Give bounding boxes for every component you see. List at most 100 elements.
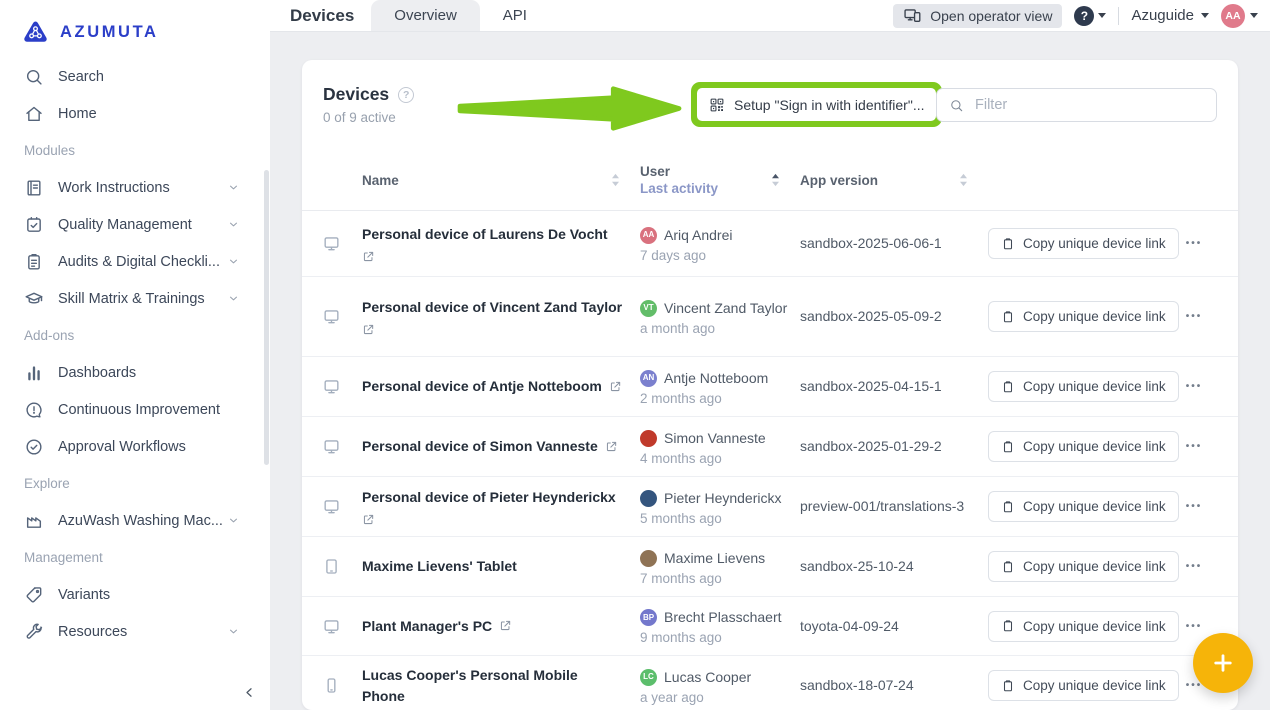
row-menu-button[interactable]: •••	[1170, 311, 1218, 322]
topbar-divider	[1118, 7, 1119, 25]
copy-device-link-button[interactable]: Copy unique device link	[988, 431, 1179, 462]
row-menu-button[interactable]: •••	[1170, 238, 1218, 249]
chevron-down-icon	[227, 514, 240, 527]
help-menu[interactable]: ?	[1074, 6, 1106, 26]
avatar: LC	[640, 669, 657, 686]
caret-down-icon	[1098, 13, 1106, 18]
sidebar-item-skill-matrix-trainings[interactable]: Skill Matrix & Trainings	[0, 280, 270, 317]
question-circle-icon[interactable]: ?	[398, 87, 414, 103]
sidebar-item-continuous-improvement[interactable]: Continuous Improvement	[0, 391, 270, 428]
plus-icon	[1210, 650, 1236, 676]
sidebar-nav: Search Home Modules Work Instructions Qu…	[0, 58, 270, 650]
external-link-icon[interactable]	[499, 619, 512, 632]
external-link-icon[interactable]	[609, 380, 622, 393]
row-menu-button[interactable]: •••	[1170, 561, 1218, 572]
factory-icon	[24, 511, 44, 531]
avatar: AA	[1221, 4, 1245, 28]
row-menu-button[interactable]: •••	[1170, 621, 1218, 632]
sidebar-item-azuwash-washing-mac[interactable]: AzuWash Washing Mac...	[0, 502, 270, 539]
monitor-icon	[322, 234, 341, 253]
sidebar-item-quality-management[interactable]: Quality Management	[0, 206, 270, 243]
sidebar-item-variants[interactable]: Variants	[0, 576, 270, 613]
table-row: Personal device of Vincent Zand Taylor V…	[302, 277, 1238, 357]
last-activity: a year ago	[640, 690, 792, 705]
copy-device-link-button[interactable]: Copy unique device link	[988, 301, 1179, 332]
app-version: toyota-04-09-24	[800, 616, 988, 637]
last-activity: 4 months ago	[640, 451, 792, 466]
last-activity: 5 months ago	[640, 511, 792, 526]
app-version: sandbox-2025-06-06-1	[800, 233, 988, 254]
sidebar-scrollbar[interactable]	[264, 170, 269, 465]
column-header-name[interactable]: Name	[362, 173, 640, 188]
clipboard-icon	[1001, 440, 1015, 454]
copy-device-link-button[interactable]: Copy unique device link	[988, 371, 1179, 402]
sidebar-collapse-button[interactable]	[236, 679, 262, 705]
sidebar-item-approval-workflows[interactable]: Approval Workflows	[0, 428, 270, 465]
external-link-icon[interactable]	[362, 250, 375, 263]
monitor-icon	[322, 377, 341, 396]
table-row: Personal device of Pieter Heynderickx Pi…	[302, 477, 1238, 537]
copy-device-link-button[interactable]: Copy unique device link	[988, 228, 1179, 259]
account-menu[interactable]: AA	[1221, 4, 1258, 28]
sidebar-item-audits-digital-checkli[interactable]: Audits & Digital Checkli...	[0, 243, 270, 280]
external-link-icon[interactable]	[605, 440, 618, 453]
sidebar-item-work-instructions[interactable]: Work Instructions	[0, 169, 270, 206]
add-device-button[interactable]	[1193, 633, 1253, 693]
external-link-icon[interactable]	[362, 323, 375, 336]
azuguide-menu[interactable]: Azuguide	[1131, 7, 1209, 24]
filter-input[interactable]	[973, 96, 1204, 114]
table-row: Personal device of Simon Vanneste Simon …	[302, 417, 1238, 477]
device-name: Personal device of Vincent Zand Taylor	[362, 297, 622, 317]
variants-icon	[24, 585, 44, 605]
tab-overview[interactable]: Overview	[371, 0, 480, 31]
sidebar-section-add-ons: Add-ons	[0, 317, 270, 354]
sort-icon-active	[771, 173, 780, 187]
sidebar-item-dashboards[interactable]: Dashboards	[0, 354, 270, 391]
tab-api[interactable]: API	[480, 0, 550, 31]
sort-icon	[959, 173, 968, 187]
avatar	[640, 490, 657, 507]
row-menu-button[interactable]: •••	[1170, 501, 1218, 512]
skill-matrix-icon	[24, 289, 44, 309]
setup-sign-in-with-identifier-button[interactable]: Setup "Sign in with identifier"...	[697, 88, 936, 121]
last-activity: a month ago	[640, 321, 792, 336]
sidebar-item-search[interactable]: Search	[0, 58, 270, 95]
caret-down-icon	[1201, 13, 1209, 18]
sidebar-item-resources[interactable]: Resources	[0, 613, 270, 650]
chevron-down-icon	[227, 218, 240, 231]
copy-device-link-button[interactable]: Copy unique device link	[988, 491, 1179, 522]
last-activity: 2 months ago	[640, 391, 792, 406]
clipboard-icon	[1001, 380, 1015, 394]
app-version: sandbox-2025-01-29-2	[800, 436, 988, 457]
operator-view-icon	[903, 6, 922, 25]
row-menu-button[interactable]: •••	[1170, 441, 1218, 452]
clipboard-icon	[1001, 237, 1015, 251]
last-activity: 9 months ago	[640, 630, 792, 645]
work-instructions-icon	[24, 178, 44, 198]
quality-management-icon	[24, 215, 44, 235]
audits-icon	[24, 252, 44, 272]
active-count: 0 of 9 active	[323, 110, 414, 125]
table-row: Personal device of Antje Notteboom AN An…	[302, 357, 1238, 417]
column-header-user[interactable]: User Last activity	[640, 164, 800, 196]
column-header-app-version[interactable]: App version	[800, 173, 988, 188]
device-name: Lucas Cooper's Personal Mobile Phone	[362, 665, 624, 706]
copy-device-link-button[interactable]: Copy unique device link	[988, 611, 1179, 642]
sidebar-item-home[interactable]: Home	[0, 95, 270, 132]
clipboard-icon	[1001, 679, 1015, 693]
topbar-right: Open operator view ? Azuguide AA	[893, 0, 1270, 31]
table-row: Lucas Cooper's Personal Mobile Phone LC …	[302, 656, 1238, 710]
table-row: Plant Manager's PC BP Brecht Plasschaert…	[302, 597, 1238, 656]
open-operator-view-button[interactable]: Open operator view	[893, 4, 1062, 28]
brand-logo[interactable]: AZUMUTA	[0, 0, 270, 50]
row-menu-button[interactable]: •••	[1170, 381, 1218, 392]
copy-device-link-button[interactable]: Copy unique device link	[988, 670, 1179, 701]
phone-icon	[322, 676, 341, 695]
table-row: Personal device of Laurens De Vocht AA A…	[302, 211, 1238, 277]
card-title-block: Devices ? 0 of 9 active	[323, 84, 414, 125]
external-link-icon[interactable]	[362, 513, 375, 526]
copy-device-link-button[interactable]: Copy unique device link	[988, 551, 1179, 582]
brand-name: AZUMUTA	[60, 23, 159, 42]
green-arrow	[448, 85, 692, 132]
approval-workflows-icon	[24, 437, 44, 457]
